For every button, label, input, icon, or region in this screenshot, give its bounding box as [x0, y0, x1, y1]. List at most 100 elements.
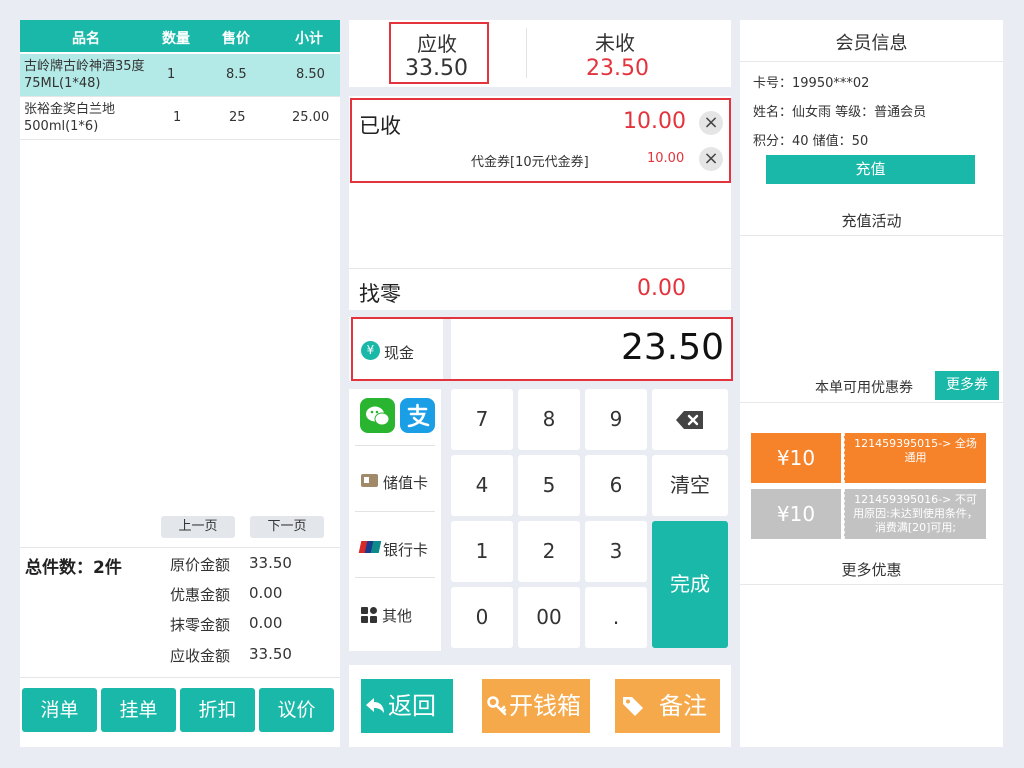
order-panel: 品名 数量 售价 小计 古岭牌古岭神酒35度75ML(1*48) 1 8.5 8…	[20, 20, 340, 747]
key-7[interactable]: 7	[451, 389, 513, 450]
item-price: 25	[229, 110, 246, 125]
change-label: 找零	[359, 282, 401, 306]
key-0[interactable]: 0	[451, 587, 513, 648]
wechat-pay-icon[interactable]	[360, 398, 395, 433]
table-row[interactable]: 古岭牌古岭神酒35度75ML(1*48) 1 8.5 8.50	[20, 54, 340, 97]
hold-order-button[interactable]: 挂单	[101, 688, 176, 732]
divider	[740, 61, 1003, 62]
keypad-area: 储值卡 银行卡 其他 7 8 9 4 5 6 清空 1 2 3 0 00 . 完…	[349, 389, 731, 651]
member-panel: 会员信息 卡号：19950***02 姓名：仙女雨 等级：普通会员 积分：40 …	[740, 20, 1003, 747]
key-3[interactable]: 3	[585, 521, 647, 582]
key-6[interactable]: 6	[585, 455, 647, 516]
item-subtotal: 8.50	[296, 67, 325, 82]
payment-summary: 应收 33.50 未收 23.50	[349, 20, 731, 87]
key-2[interactable]: 2	[518, 521, 580, 582]
complete-button[interactable]: 完成	[652, 521, 728, 648]
item-name: 古岭牌古岭神酒35度75ML(1*48)	[24, 59, 145, 91]
discount-amount-value: 0.00	[249, 584, 283, 602]
original-amount-label: 原价金额	[170, 556, 231, 574]
coupon-description: 121459395016-> 不可用原因:未达到使用条件，消费满[20]可用;	[844, 489, 986, 539]
order-table-header: 品名 数量 售价 小计	[20, 20, 340, 52]
member-name-level: 姓名：仙女雨 等级：普通会员	[753, 105, 927, 120]
available-coupons-title: 本单可用优惠券	[815, 380, 913, 396]
bank-card-method[interactable]: 银行卡	[349, 515, 441, 577]
item-name: 张裕金奖白兰地500ml(1*6)	[24, 102, 116, 134]
coupon-amount: ¥10	[751, 433, 841, 483]
bottom-action-bar: 返回 开钱箱 备注	[349, 665, 731, 747]
divider	[740, 235, 1003, 236]
other-method-label: 其他	[382, 607, 413, 625]
next-page-button[interactable]: 下一页	[250, 516, 324, 538]
key-dot[interactable]: .	[585, 587, 647, 648]
voucher-label: 代金券[10元代金券]	[471, 155, 589, 170]
tag-icon	[623, 697, 643, 716]
original-amount-value: 33.50	[249, 554, 292, 572]
cash-highlight	[351, 317, 733, 381]
rounding-amount-label: 抹零金额	[170, 616, 231, 634]
open-cashbox-button[interactable]: 开钱箱	[482, 679, 590, 733]
divider	[349, 268, 731, 269]
recharge-activity-title: 充值活动	[841, 212, 902, 230]
cancel-order-button[interactable]: 消单	[22, 688, 97, 732]
key-9[interactable]: 9	[585, 389, 647, 450]
voucher-value: 10.00	[647, 151, 685, 166]
divider	[20, 677, 340, 678]
column-header-subtotal: 小计	[295, 31, 323, 47]
close-icon[interactable]: ×	[699, 111, 723, 135]
member-card-number: 卡号：19950***02	[753, 76, 870, 91]
column-header-qty: 数量	[162, 31, 190, 47]
divider	[20, 547, 340, 548]
divider	[740, 402, 1003, 403]
divider	[355, 577, 435, 578]
prev-page-button[interactable]: 上一页	[161, 516, 235, 538]
more-offers-link[interactable]: 更多优惠	[740, 559, 1003, 580]
more-coupons-button[interactable]: 更多券	[935, 371, 999, 400]
cash-input-row: ¥ 现金 23.50	[349, 317, 733, 381]
grid-icon	[361, 607, 377, 623]
back-button-label: 返回	[388, 692, 436, 720]
item-price: 8.5	[226, 67, 247, 82]
divider	[740, 584, 1003, 585]
back-arrow-icon	[366, 698, 384, 713]
total-count: 总件数：2件	[25, 558, 122, 578]
other-method[interactable]: 其他	[349, 581, 441, 643]
stored-value-card-method[interactable]: 储值卡	[349, 449, 441, 511]
negotiate-price-button[interactable]: 议价	[259, 688, 334, 732]
key-8[interactable]: 8	[518, 389, 580, 450]
column-header-name: 品名	[72, 31, 100, 47]
backspace-icon	[676, 411, 703, 429]
note-button-label: 备注	[659, 692, 707, 720]
rounding-amount-value: 0.00	[249, 614, 283, 632]
received-label: 已收	[359, 114, 401, 138]
due-amount-value: 33.50	[249, 645, 292, 663]
received-value: 10.00	[623, 109, 686, 134]
item-subtotal: 25.00	[292, 110, 330, 125]
item-qty: 1	[173, 110, 182, 125]
item-qty: 1	[167, 67, 176, 82]
key-4[interactable]: 4	[451, 455, 513, 516]
payment-methods: 储值卡 银行卡 其他	[349, 389, 441, 651]
due-amount-label: 应收金额	[170, 647, 231, 665]
member-points-balance: 积分：40 储值：50	[753, 134, 869, 149]
key-1[interactable]: 1	[451, 521, 513, 582]
divider	[355, 445, 435, 446]
note-button[interactable]: 备注	[615, 679, 720, 733]
member-info-title: 会员信息	[835, 33, 908, 54]
alipay-icon[interactable]	[400, 398, 435, 433]
recharge-button[interactable]: 充值	[766, 155, 975, 184]
received-panel: 已收 10.00 × 代金券[10元代金券] 10.00 × 找零 0.00	[349, 96, 731, 310]
backspace-button[interactable]	[652, 389, 728, 450]
open-cashbox-label: 开钱箱	[509, 692, 581, 720]
table-row[interactable]: 张裕金奖白兰地500ml(1*6) 1 25 25.00	[20, 97, 340, 140]
discount-button[interactable]: 折扣	[180, 688, 255, 732]
column-header-price: 售价	[222, 31, 250, 47]
divider	[355, 511, 435, 512]
unionpay-icon	[358, 541, 382, 553]
back-button[interactable]: 返回	[361, 679, 453, 733]
key-00[interactable]: 00	[518, 587, 580, 648]
close-icon[interactable]: ×	[699, 147, 723, 171]
clear-button[interactable]: 清空	[652, 455, 728, 516]
unpaid-value: 23.50	[586, 56, 649, 81]
key-5[interactable]: 5	[518, 455, 580, 516]
divider	[526, 28, 527, 78]
